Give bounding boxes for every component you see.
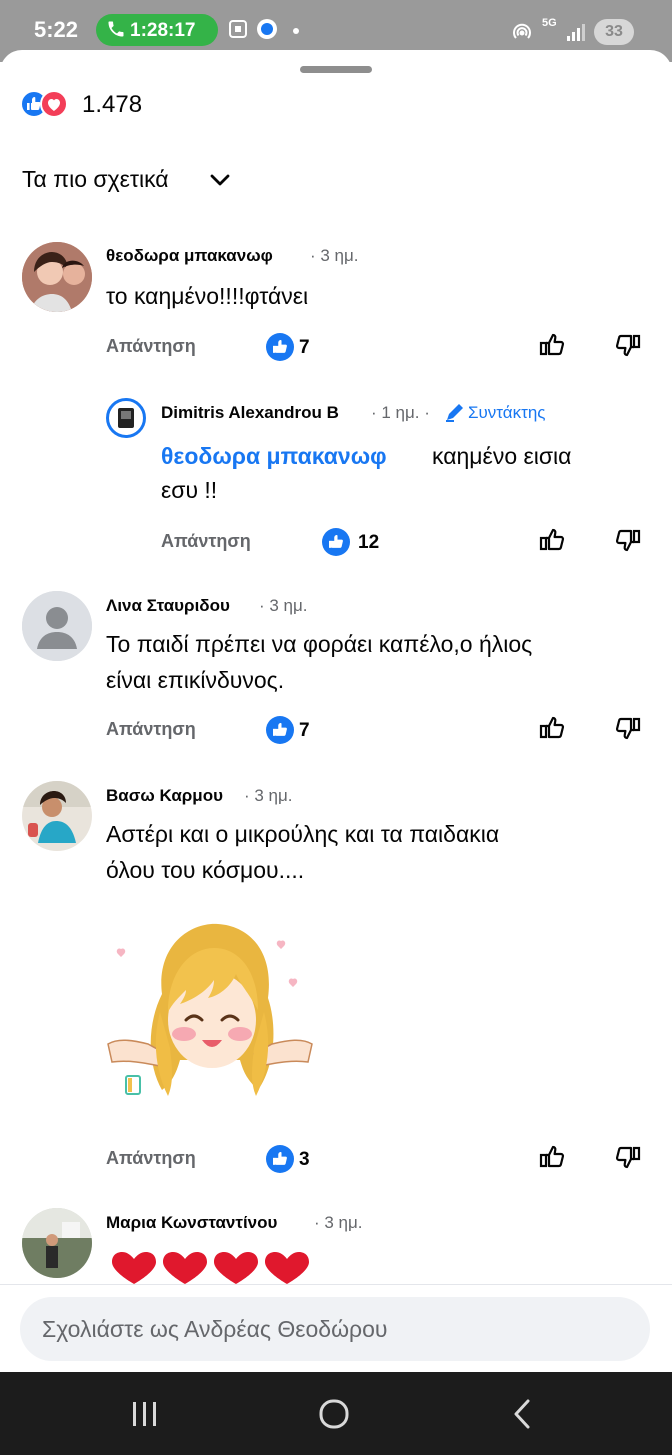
- status-time: 5:22: [34, 17, 79, 42]
- comment-time: · 1 ημ. ·: [371, 403, 430, 422]
- heart-emojis: [112, 1252, 309, 1284]
- thumbs-down-icon[interactable]: [613, 525, 643, 555]
- like-count: 3: [299, 1149, 310, 1170]
- chevron-down-icon[interactable]: [208, 168, 232, 192]
- thumbs-up-icon[interactable]: [537, 1142, 567, 1172]
- app-notification-icon: [257, 19, 277, 39]
- thumbs-down-icon[interactable]: [613, 330, 643, 360]
- author-role-badge: Συντάκτης: [468, 403, 546, 422]
- reactions-count: 1.478: [82, 91, 143, 118]
- signal-icon: [567, 24, 585, 41]
- like-count: 7: [299, 720, 310, 741]
- reply-button[interactable]: Απάντηση: [106, 719, 196, 740]
- system-navigation-bar: [0, 1372, 672, 1455]
- love-icon: [40, 90, 68, 118]
- comment-text: καημένο εισια: [432, 443, 572, 469]
- comment-time: · 3 ημ.: [259, 596, 308, 615]
- thumbs-up-icon[interactable]: [537, 713, 567, 743]
- comment-author[interactable]: θεοδωρα μπακανωφ: [106, 246, 273, 266]
- avatar[interactable]: [22, 1208, 92, 1278]
- comment-composer-bar: Σχολιάστε ως Ανδρέας Θεοδώρου: [0, 1284, 672, 1372]
- thumbs-down-icon[interactable]: [613, 1142, 643, 1172]
- like-count: 12: [358, 532, 380, 553]
- thumbs-up-icon[interactable]: [537, 525, 567, 555]
- like-badge-icon: [322, 528, 350, 556]
- comment-time: · 3 ημ.: [314, 1213, 363, 1232]
- call-timer: 1:28:17: [130, 20, 196, 41]
- comment-text-line2: όλου του κόσμου....: [106, 857, 305, 883]
- phone-icon: [108, 21, 124, 37]
- comment-mention[interactable]: θεοδωρα μπακανωφ: [161, 440, 387, 473]
- comment-text: το καημένο!!!!φτάνει: [106, 283, 309, 309]
- sort-selector-label[interactable]: Τα πιο σχετικά: [22, 166, 169, 193]
- comment-input[interactable]: Σχολιάστε ως Ανδρέας Θεοδώρου: [20, 1297, 650, 1361]
- reactions-summary[interactable]: 1.478: [20, 89, 170, 119]
- hotspot-icon: [513, 23, 531, 39]
- default-avatar-icon[interactable]: [22, 591, 92, 661]
- drag-handle[interactable]: [300, 66, 372, 73]
- reply-button[interactable]: Απάντηση: [161, 531, 251, 552]
- network-type: 5G: [542, 17, 557, 29]
- back-icon[interactable]: [510, 1398, 534, 1430]
- comment-author[interactable]: Βασω Καρμου: [106, 786, 223, 806]
- like-badge-icon: [266, 1145, 294, 1173]
- call-indicator[interactable]: 1:28:17: [96, 14, 218, 46]
- comments-sheet: 1.478 Τα πιο σχετικά θεοδωρα μπακανωφ · …: [0, 50, 672, 1372]
- avatar[interactable]: [22, 242, 92, 312]
- home-icon[interactable]: [318, 1398, 350, 1430]
- like-badge-icon: [266, 716, 294, 744]
- comment-author[interactable]: Dimitris Alexandrou B: [161, 403, 339, 423]
- more-notifications-dot: [293, 28, 299, 34]
- reply-button[interactable]: Απάντηση: [106, 1148, 196, 1169]
- comment-author[interactable]: Λινα Σταυριδου: [106, 596, 230, 616]
- screenshot-icon: [229, 20, 247, 38]
- thumbs-down-icon[interactable]: [613, 713, 643, 743]
- like-count: 7: [299, 337, 310, 358]
- recent-apps-icon[interactable]: [130, 1400, 160, 1428]
- comment-text: Το παιδί πρέπει να φοράει καπέλο,ο ήλιος: [106, 631, 533, 657]
- comment-text-line2: είναι επικίνδυνος.: [106, 667, 285, 693]
- comment-time: · 3 ημ.: [310, 246, 359, 265]
- page-avatar[interactable]: [106, 398, 146, 438]
- avatar[interactable]: [22, 781, 92, 851]
- like-badge-icon: [266, 333, 294, 361]
- comment-input-placeholder: Σχολιάστε ως Ανδρέας Θεοδώρου: [42, 1316, 388, 1342]
- thumbs-up-icon[interactable]: [537, 330, 567, 360]
- sticker-image[interactable]: [100, 916, 320, 1112]
- comment-text: Αστέρι και ο μικρούλης και τα παιδακια: [106, 821, 500, 847]
- comment-time: · 3 ημ.: [244, 786, 293, 805]
- reply-button[interactable]: Απάντηση: [106, 336, 196, 357]
- comment-text-line2: εσυ !!: [161, 477, 218, 503]
- comment-author[interactable]: Μαρια Κωνσταντίνου: [106, 1213, 277, 1233]
- battery-indicator: 33: [594, 19, 634, 45]
- pencil-icon: [446, 404, 463, 422]
